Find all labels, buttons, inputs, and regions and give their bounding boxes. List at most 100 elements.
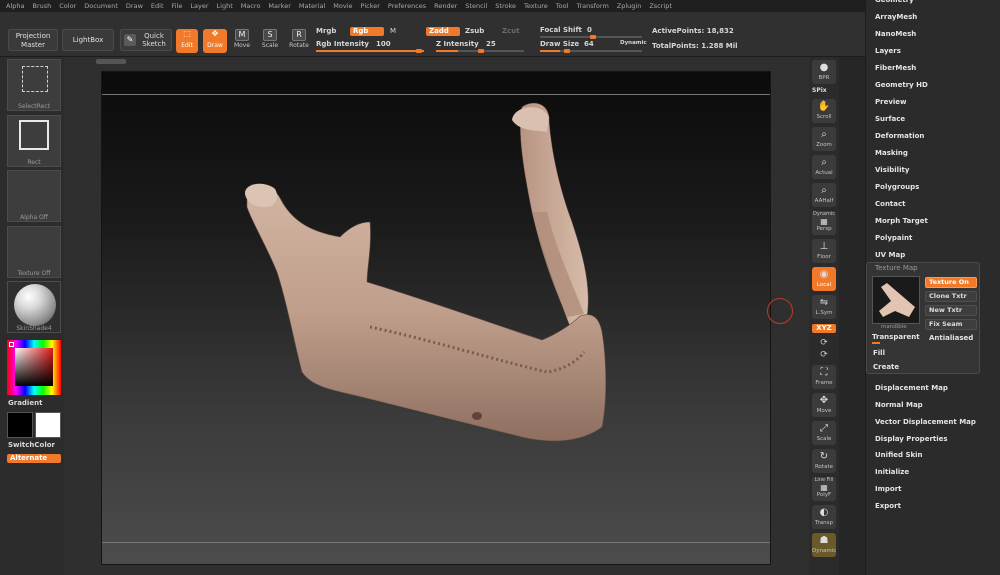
frame-button[interactable]: ⛶ Frame [812,365,836,389]
menu-tool[interactable]: Tool [556,2,569,10]
palette-visibility[interactable]: Visibility [875,166,909,174]
menu-material[interactable]: Material [299,2,325,10]
bpr-button[interactable]: ● BPR [812,60,836,84]
palette-initialize[interactable]: Initialize [875,468,909,476]
texture-button[interactable]: Texture Off [7,226,61,278]
scale-view-button[interactable]: ⤢ Scale [812,421,836,445]
scale-button[interactable]: S Scale [258,29,282,53]
rotate-view-button[interactable]: ↻ Rotate [812,449,836,473]
palette-nanomesh[interactable]: NanoMesh [875,30,916,38]
menu-picker[interactable]: Picker [361,2,380,10]
select-rect-button[interactable]: SelectRect [7,59,61,111]
zsub-toggle[interactable]: Zsub [465,27,484,35]
menu-zscript[interactable]: Zscript [649,2,672,10]
viewport[interactable] [101,71,771,565]
draw-size-slider[interactable] [540,49,642,53]
rgb-toggle[interactable]: Rgb [350,27,384,36]
ghost-button[interactable]: ☗ Dynamic [812,533,836,557]
alternate-toggle[interactable]: Alternate [7,454,61,463]
menu-macro[interactable]: Macro [241,2,261,10]
scroll-button[interactable]: ✋ Scroll [812,99,836,123]
palette-geometry-hd[interactable]: Geometry HD [875,81,928,89]
lsym-button[interactable]: ⇋ L.Sym [812,295,836,319]
mrgb-toggle[interactable]: Mrgb [316,27,336,35]
palette-polypaint[interactable]: Polypaint [875,234,912,242]
m-toggle[interactable]: M [390,27,396,35]
aahalf-button[interactable]: ⌕ AAHalf [812,183,836,207]
palette-vector-displacement-map[interactable]: Vector Displacement Map [875,418,976,426]
mandible-model[interactable] [102,72,772,566]
palette-masking[interactable]: Masking [875,149,908,157]
projection-master-button[interactable]: Projection Master [8,29,58,51]
secondary-color-swatch[interactable] [7,412,33,438]
panel-separator[interactable] [839,57,865,575]
focal-shift-slider[interactable] [540,35,642,39]
menu-alpha[interactable]: Alpha [6,2,24,10]
palette-display-properties[interactable]: Display Properties [875,435,948,443]
menu-zplugin[interactable]: Zplugin [617,2,642,10]
draw-button[interactable]: ✥ Draw [203,29,227,53]
rgb-intensity-slider[interactable] [316,49,424,53]
palette-geometry[interactable]: Geometry [875,0,914,4]
floor-button[interactable]: ⊥ Floor [812,239,836,263]
transp-button[interactable]: ◐ Transp [812,505,836,529]
zcut-toggle[interactable]: Zcut [502,27,520,35]
move-view-button[interactable]: ✥ Move [812,393,836,417]
polyf-button[interactable]: Line Fill ▦ PolyF [812,477,836,501]
primary-color-swatch[interactable] [35,412,61,438]
menu-file[interactable]: File [172,2,183,10]
xyz-toggle[interactable]: XYZ [812,324,836,333]
palette-contact[interactable]: Contact [875,200,906,208]
palette-uv-map[interactable]: UV Map [875,251,905,259]
menu-preferences[interactable]: Preferences [388,2,426,10]
menu-edit[interactable]: Edit [151,2,164,10]
menu-color[interactable]: Color [59,2,76,10]
palette-fibermesh[interactable]: FiberMesh [875,64,916,72]
actual-button[interactable]: ⌕ Actual [812,155,836,179]
new-txtr-button[interactable]: New Txtr [925,305,977,316]
menu-layer[interactable]: Layer [190,2,208,10]
palette-arraymesh[interactable]: ArrayMesh [875,13,917,21]
create-button[interactable]: Create [873,363,899,371]
fill-button[interactable]: Fill [873,349,885,357]
antialiased-toggle[interactable]: Antialiased [929,334,973,342]
dynamic-toggle[interactable]: Dynamic [620,40,647,46]
edit-button[interactable]: ⬚ Edit [176,29,198,53]
spix-slider[interactable]: SPix [812,87,836,96]
palette-layers[interactable]: Layers [875,47,901,55]
palette-morph-target[interactable]: Morph Target [875,217,928,225]
menu-brush[interactable]: Brush [32,2,51,10]
zadd-toggle[interactable]: Zadd [426,27,460,36]
clone-txtr-button[interactable]: Clone Txtr [925,291,977,302]
move-button[interactable]: M Move [231,29,253,53]
palette-export[interactable]: Export [875,502,901,510]
palette-import[interactable]: Import [875,485,902,493]
fix-seam-button[interactable]: Fix Seam [925,319,977,330]
menu-movie[interactable]: Movie [333,2,352,10]
menu-stroke[interactable]: Stroke [495,2,516,10]
palette-preview[interactable]: Preview [875,98,907,106]
alpha-button[interactable]: Alpha Off [7,170,61,222]
rotate-button[interactable]: R Rotate [287,29,311,53]
quick-sketch-button[interactable]: ✎ Quick Sketch [120,29,172,51]
persp-button[interactable]: Dynamic ▦ Persp [812,211,836,235]
axis-rotate-icon[interactable]: ⟳ ⟳ [812,337,836,361]
palette-surface[interactable]: Surface [875,115,905,123]
menu-render[interactable]: Render [434,2,457,10]
material-button[interactable]: SkinShade4 [7,281,61,333]
document-scrollbar[interactable] [64,57,809,69]
menu-marker[interactable]: Marker [268,2,290,10]
menu-stencil[interactable]: Stencil [465,2,487,10]
menu-texture[interactable]: Texture [524,2,548,10]
rect-button[interactable]: Rect [7,115,61,167]
local-button[interactable]: ◉ Local [812,267,836,291]
switch-color-button[interactable]: SwitchColor [8,441,55,449]
palette-deformation[interactable]: Deformation [875,132,924,140]
menu-light[interactable]: Light [217,2,233,10]
palette-unified-skin[interactable]: Unified Skin [875,451,923,459]
zoom-button[interactable]: ⌕ Zoom [812,127,836,151]
menu-transform[interactable]: Transform [576,2,608,10]
color-picker[interactable] [7,340,61,395]
gradient-toggle[interactable]: Gradient [8,399,42,407]
palette-normal-map[interactable]: Normal Map [875,401,923,409]
